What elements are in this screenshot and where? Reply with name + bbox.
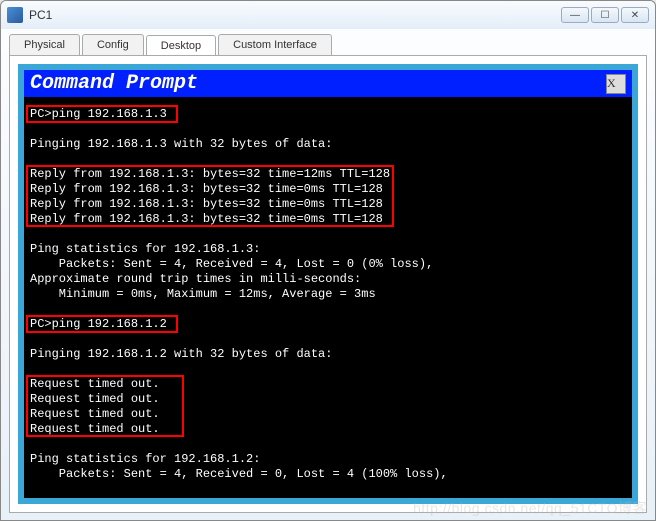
- tab-label: Physical: [24, 39, 65, 51]
- tab-label: Desktop: [161, 40, 201, 52]
- close-icon: ✕: [631, 10, 639, 21]
- watermark-text: http://blog.csdn.net/qq_51CTO博客: [413, 498, 647, 518]
- tab-config[interactable]: Config: [82, 34, 144, 55]
- tab-custom-interface[interactable]: Custom Interface: [218, 34, 332, 55]
- tab-content: Command Prompt X PC>ping 192.168.1.3 Pin…: [9, 55, 647, 513]
- terminal-title: Command Prompt: [30, 72, 606, 95]
- app-icon: [7, 7, 23, 23]
- maximize-icon: ☐: [601, 10, 610, 21]
- titlebar: PC1 — ☐ ✕: [1, 1, 655, 29]
- app-window: PC1 — ☐ ✕ Physical Config Desktop Custom…: [0, 0, 656, 521]
- command-prompt-window: Command Prompt X PC>ping 192.168.1.3 Pin…: [18, 64, 638, 504]
- tab-desktop[interactable]: Desktop: [146, 35, 216, 56]
- tab-bar: Physical Config Desktop Custom Interface: [1, 29, 655, 55]
- tab-label: Config: [97, 39, 129, 51]
- window-title: PC1: [29, 8, 561, 22]
- x-icon: X: [607, 76, 625, 91]
- terminal-output[interactable]: PC>ping 192.168.1.3 Pinging 192.168.1.3 …: [24, 97, 632, 497]
- close-button[interactable]: ✕: [621, 7, 649, 23]
- terminal-close-button[interactable]: X: [606, 74, 626, 94]
- minimize-icon: —: [570, 10, 580, 21]
- window-controls: — ☐ ✕: [561, 7, 649, 23]
- terminal-titlebar: Command Prompt X: [24, 70, 632, 97]
- tab-label: Custom Interface: [233, 39, 317, 51]
- maximize-button[interactable]: ☐: [591, 7, 619, 23]
- tab-physical[interactable]: Physical: [9, 34, 80, 55]
- minimize-button[interactable]: —: [561, 7, 589, 23]
